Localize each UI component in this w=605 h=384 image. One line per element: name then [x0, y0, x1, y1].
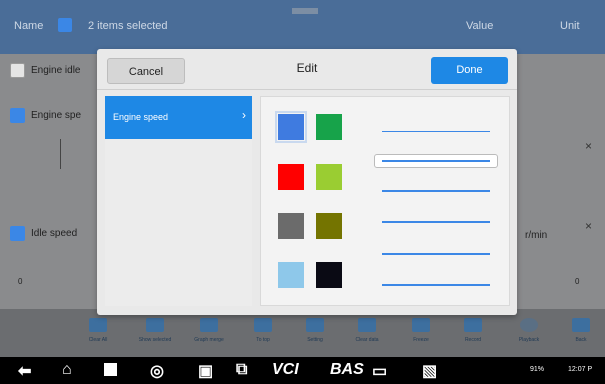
line-style-option-selected[interactable] — [374, 154, 498, 168]
show-selected-icon — [146, 318, 164, 332]
settings-icon — [306, 318, 324, 332]
color-swatch-green[interactable] — [316, 114, 342, 140]
arrow-up-icon — [254, 318, 272, 332]
color-swatch-black[interactable] — [316, 262, 342, 288]
bas-icon[interactable]: BAS — [330, 361, 364, 379]
clock: 12:07 P — [568, 366, 593, 373]
battery-status: 91% — [530, 366, 545, 373]
toolbar-freeze[interactable]: Freeze — [400, 318, 442, 343]
chevron-right-icon: › — [242, 108, 246, 122]
back-icon[interactable]: ⬅ — [18, 361, 31, 381]
row-checkbox[interactable] — [10, 226, 25, 241]
row-checkbox[interactable] — [10, 63, 25, 78]
line-style-option[interactable] — [382, 221, 490, 223]
color-swatch-olive[interactable] — [316, 213, 342, 239]
graph-merge-icon — [200, 318, 218, 332]
color-swatch-gray[interactable] — [278, 213, 304, 239]
vci-icon[interactable]: VCI — [272, 361, 299, 379]
row-label: Idle speed — [31, 228, 78, 239]
select-all-checkbox[interactable] — [58, 18, 72, 32]
line-style-option[interactable] — [382, 284, 490, 286]
line-style-option[interactable] — [382, 190, 490, 192]
system-navigation-bar: ⬅ ⌂ ◎ ▣ ⧉ VCI BAS ▭ ▧ 91% 12:07 P — [0, 357, 605, 384]
row-checkbox[interactable] — [10, 108, 25, 123]
done-button[interactable]: Done — [431, 57, 508, 84]
car-icon[interactable]: ▭ — [372, 361, 387, 381]
freeze-icon — [412, 318, 430, 332]
row-idle-speed[interactable]: Idle speed — [10, 226, 77, 241]
toolbar-back[interactable]: Back — [560, 318, 602, 343]
record-icon — [464, 318, 482, 332]
close-icon[interactable]: × — [585, 219, 592, 233]
toolbar-record[interactable]: Record — [452, 318, 494, 343]
graph-axis — [60, 139, 61, 169]
vpn-icon[interactable]: ◎ — [150, 361, 164, 381]
toolbar-clear-all[interactable]: Clear All — [77, 318, 119, 343]
row-label: Engine spe — [31, 110, 82, 121]
close-icon[interactable]: × — [585, 139, 592, 153]
toolbar-show-selected[interactable]: Show selected — [134, 318, 176, 343]
toolbar-graph-merge[interactable]: Graph merge — [188, 318, 230, 343]
toolbar-to-top[interactable]: To top — [242, 318, 284, 343]
row-label: Engine idle — [31, 65, 81, 76]
trash-icon — [358, 318, 376, 332]
back-arrow-icon — [572, 318, 590, 332]
line-sample — [382, 160, 490, 162]
user-car-icon[interactable]: ▧ — [422, 361, 437, 381]
line-style-option[interactable] — [382, 253, 490, 255]
list-item-engine-speed[interactable]: Engine speed › — [105, 96, 252, 139]
row-engine-speed[interactable]: Engine spe — [10, 108, 81, 123]
home-icon[interactable]: ⌂ — [62, 361, 72, 379]
edit-dialog: Cancel Edit Done Engine speed › — [97, 49, 517, 315]
drag-handle — [292, 8, 318, 14]
color-swatch-blue[interactable] — [275, 111, 307, 143]
toolbar-playback[interactable]: Playback — [508, 318, 550, 343]
playback-icon — [520, 318, 538, 332]
header-unit: Unit — [560, 20, 580, 32]
header-value: Value — [466, 20, 494, 32]
header-selected-count: 2 items selected — [88, 20, 168, 32]
tick-left: 0 — [18, 277, 23, 286]
row-unit: r/min — [525, 230, 548, 241]
color-swatch-light-blue[interactable] — [278, 262, 304, 288]
toolbar-clear-data[interactable]: Clear data — [346, 318, 388, 343]
parameter-list: Engine speed › — [105, 96, 252, 306]
color-swatch-yellow-green[interactable] — [316, 164, 342, 190]
camera-icon[interactable]: ▣ — [198, 361, 213, 381]
tick-right: 0 — [575, 277, 580, 286]
style-picker — [260, 96, 510, 306]
list-item-label: Engine speed — [113, 112, 169, 122]
line-style-option[interactable] — [382, 131, 490, 132]
color-swatch-red[interactable] — [278, 164, 304, 190]
screen-mirror-icon[interactable]: ⧉ — [236, 361, 247, 379]
row-engine-idle[interactable]: Engine idle — [10, 63, 80, 78]
recents-icon[interactable] — [104, 363, 117, 376]
background-header: Name 2 items selected Value Unit — [0, 0, 605, 54]
header-name: Name — [14, 20, 44, 32]
dialog-header: Cancel Edit Done — [97, 49, 517, 90]
clear-all-icon — [89, 318, 107, 332]
toolbar-setting[interactable]: Setting — [294, 318, 336, 343]
